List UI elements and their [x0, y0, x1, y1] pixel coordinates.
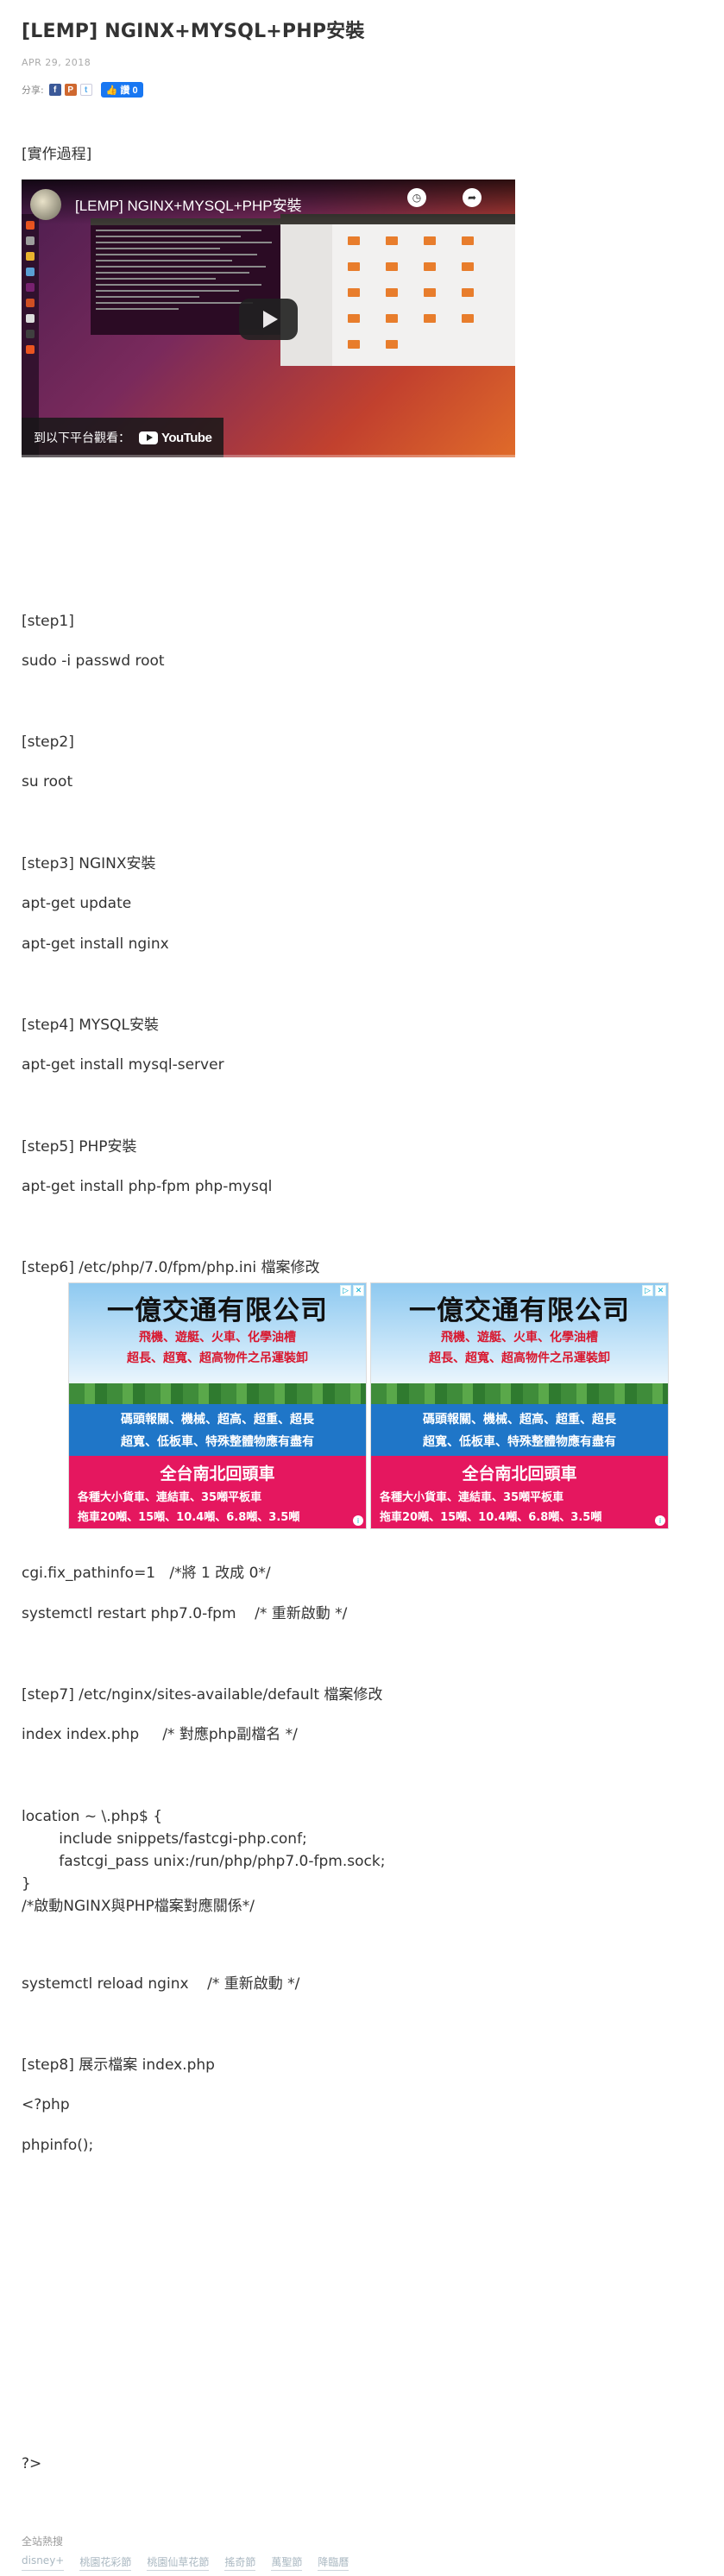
step8-heading: [step8] 展示檔案 index.php	[22, 2056, 215, 2074]
facebook-like-button[interactable]: 👍 讚 0	[100, 82, 143, 98]
play-button[interactable]	[239, 299, 298, 340]
step8-php-open: <?php	[22, 2096, 70, 2113]
share-bar: 分享: f P t 👍 讚 0	[22, 82, 143, 98]
step5-heading: [step5] PHP安裝	[22, 1138, 137, 1156]
share-label: 分享:	[22, 85, 44, 96]
ad-banner[interactable]: 一億交通有限公司 飛機、遊艇、火車、化學油槽 超長、超寬、超高物件之吊運裝卸 碼…	[68, 1282, 367, 1529]
clock-icon: ◷	[407, 188, 426, 207]
facebook-icon[interactable]: f	[48, 84, 61, 96]
ad-line: 各種大小貨車、連結車、35噸平板車	[78, 1491, 262, 1504]
watch-on-youtube-button[interactable]: 到以下平台觀看： YouTube	[22, 418, 224, 457]
plurk-icon[interactable]: P	[64, 84, 77, 96]
video-title[interactable]: [LEMP] NGINX+MYSQL+PHP安裝	[75, 193, 302, 215]
step6-restart-line: systemctl restart php7.0-fpm /* 重新啟動 */	[22, 1605, 348, 1622]
post-date: APR 29, 2018	[22, 57, 91, 68]
ad-line: 各種大小貨車、連結車、35噸平板車	[380, 1491, 564, 1504]
file-manager-window	[280, 214, 515, 366]
ad-banner-row[interactable]: 一億交通有限公司 飛機、遊艇、火車、化學油槽 超長、超寬、超高物件之吊運裝卸 碼…	[68, 1282, 669, 1529]
video-progress-bar	[22, 455, 515, 457]
step2-heading: [step2]	[22, 734, 74, 751]
hot-search-label: 全站熱搜	[22, 2535, 64, 2548]
step1-command: sudo -i passwd root	[22, 652, 165, 670]
youtube-wordmark: YouTube	[161, 430, 212, 445]
ad-subtitle: 全台南北回頭車	[462, 1464, 577, 1483]
intro-text: [實作過程]	[22, 146, 92, 163]
hot-search-link[interactable]: 桃園花彩節	[79, 2554, 132, 2571]
youtube-logo: YouTube	[139, 430, 212, 445]
ad-line: 超長、超寬、超高物件之吊運裝卸	[429, 1351, 610, 1365]
twitter-icon[interactable]: t	[79, 84, 92, 96]
step5-command: apt-get install php-fpm php-mysql	[22, 1178, 273, 1195]
ad-choices-icon[interactable]: ▷	[642, 1285, 653, 1296]
ad-line: 飛機、遊艇、火車、化學油槽	[139, 1331, 296, 1345]
like-button-label: 讚 0	[120, 85, 138, 96]
ad-line: 碼頭報關、機械、超高、超重、超長	[121, 1413, 314, 1427]
step6-heading: [step6] /etc/php/7.0/fpm/php.ini 檔案修改	[22, 1259, 320, 1276]
ad-line: 拖車20噸、15噸、10.4噸、6.8噸、3.5噸	[380, 1511, 602, 1524]
step3-command-update: apt-get update	[22, 895, 132, 912]
step4-command: apt-get install mysql-server	[22, 1056, 224, 1074]
ad-choices-icon[interactable]: ▷	[340, 1285, 351, 1296]
post-title: [LEMP] NGINX+MYSQL+PHP安裝	[22, 21, 365, 42]
ad-line: 超寬、低板車、特殊整體物應有盡有	[423, 1435, 616, 1449]
ad-info-icon[interactable]: i	[655, 1515, 665, 1526]
ad-banner[interactable]: 一億交通有限公司 飛機、遊艇、火車、化學油槽 超長、超寬、超高物件之吊運裝卸 碼…	[370, 1282, 669, 1529]
step3-heading: [step3] NGINX安裝	[22, 855, 156, 872]
step7-heading: [step7] /etc/nginx/sites-available/defau…	[22, 1686, 383, 1704]
ad-subtitle: 全台南北回頭車	[160, 1464, 275, 1483]
step7-reload-line: systemctl reload nginx /* 重新啟動 */	[22, 1975, 300, 1993]
step8-php-close: ?>	[22, 2455, 42, 2472]
ad-info-icon[interactable]: i	[353, 1515, 363, 1526]
step3-command-install: apt-get install nginx	[22, 935, 169, 953]
ad-line: 超長、超寬、超高物件之吊運裝卸	[127, 1351, 308, 1365]
hot-search-link[interactable]: 萬聖節	[271, 2554, 303, 2571]
step2-command: su root	[22, 773, 73, 790]
hot-search-link[interactable]: disney+	[22, 2554, 65, 2571]
step7-index-line: index index.php /* 對應php副檔名 */	[22, 1726, 298, 1743]
hot-search-link[interactable]: 搖奇節	[224, 2554, 256, 2571]
share-arrow-icon: ➦	[463, 188, 482, 207]
hot-search-link[interactable]: 降臨曆	[318, 2554, 349, 2571]
ad-close-icon[interactable]: ✕	[655, 1285, 666, 1296]
step6-pathinfo-line: cgi.fix_pathinfo=1 /*將 1 改成 0*/	[22, 1565, 271, 1582]
ad-line: 碼頭報關、機械、超高、超重、超長	[423, 1413, 616, 1427]
hot-search-links: disney+ 桃園花彩節 桃園仙草花節 搖奇節 萬聖節 降臨曆	[22, 2554, 349, 2571]
watch-later-button[interactable]: ◷	[401, 188, 432, 219]
ad-company-name: 一億交通有限公司	[107, 1295, 328, 1326]
step1-heading: [step1]	[22, 613, 74, 630]
step7-location-block: location ~ \.php$ { include snippets/fas…	[22, 1808, 386, 1915]
ad-company-name: 一億交通有限公司	[409, 1295, 630, 1326]
step8-phpinfo: phpinfo();	[22, 2137, 94, 2154]
ad-close-icon[interactable]: ✕	[353, 1285, 364, 1296]
youtube-play-icon	[139, 431, 158, 444]
ad-line: 拖車20噸、15噸、10.4噸、6.8噸、3.5噸	[78, 1511, 300, 1524]
youtube-video-embed[interactable]: [LEMP] NGINX+MYSQL+PHP安裝 ◷ ➦ 到以下平台觀看： Yo…	[22, 180, 515, 457]
thumbs-up-icon: 👍	[105, 85, 118, 96]
ad-line: 飛機、遊艇、火車、化學油槽	[441, 1331, 598, 1345]
watch-on-label: 到以下平台觀看：	[34, 431, 130, 444]
share-video-button[interactable]: ➦	[456, 188, 488, 219]
channel-avatar[interactable]	[30, 189, 61, 220]
step4-heading: [step4] MYSQL安裝	[22, 1017, 159, 1034]
hot-search-link[interactable]: 桃園仙草花節	[147, 2554, 210, 2571]
ad-line: 超寬、低板車、特殊整體物應有盡有	[121, 1435, 314, 1449]
